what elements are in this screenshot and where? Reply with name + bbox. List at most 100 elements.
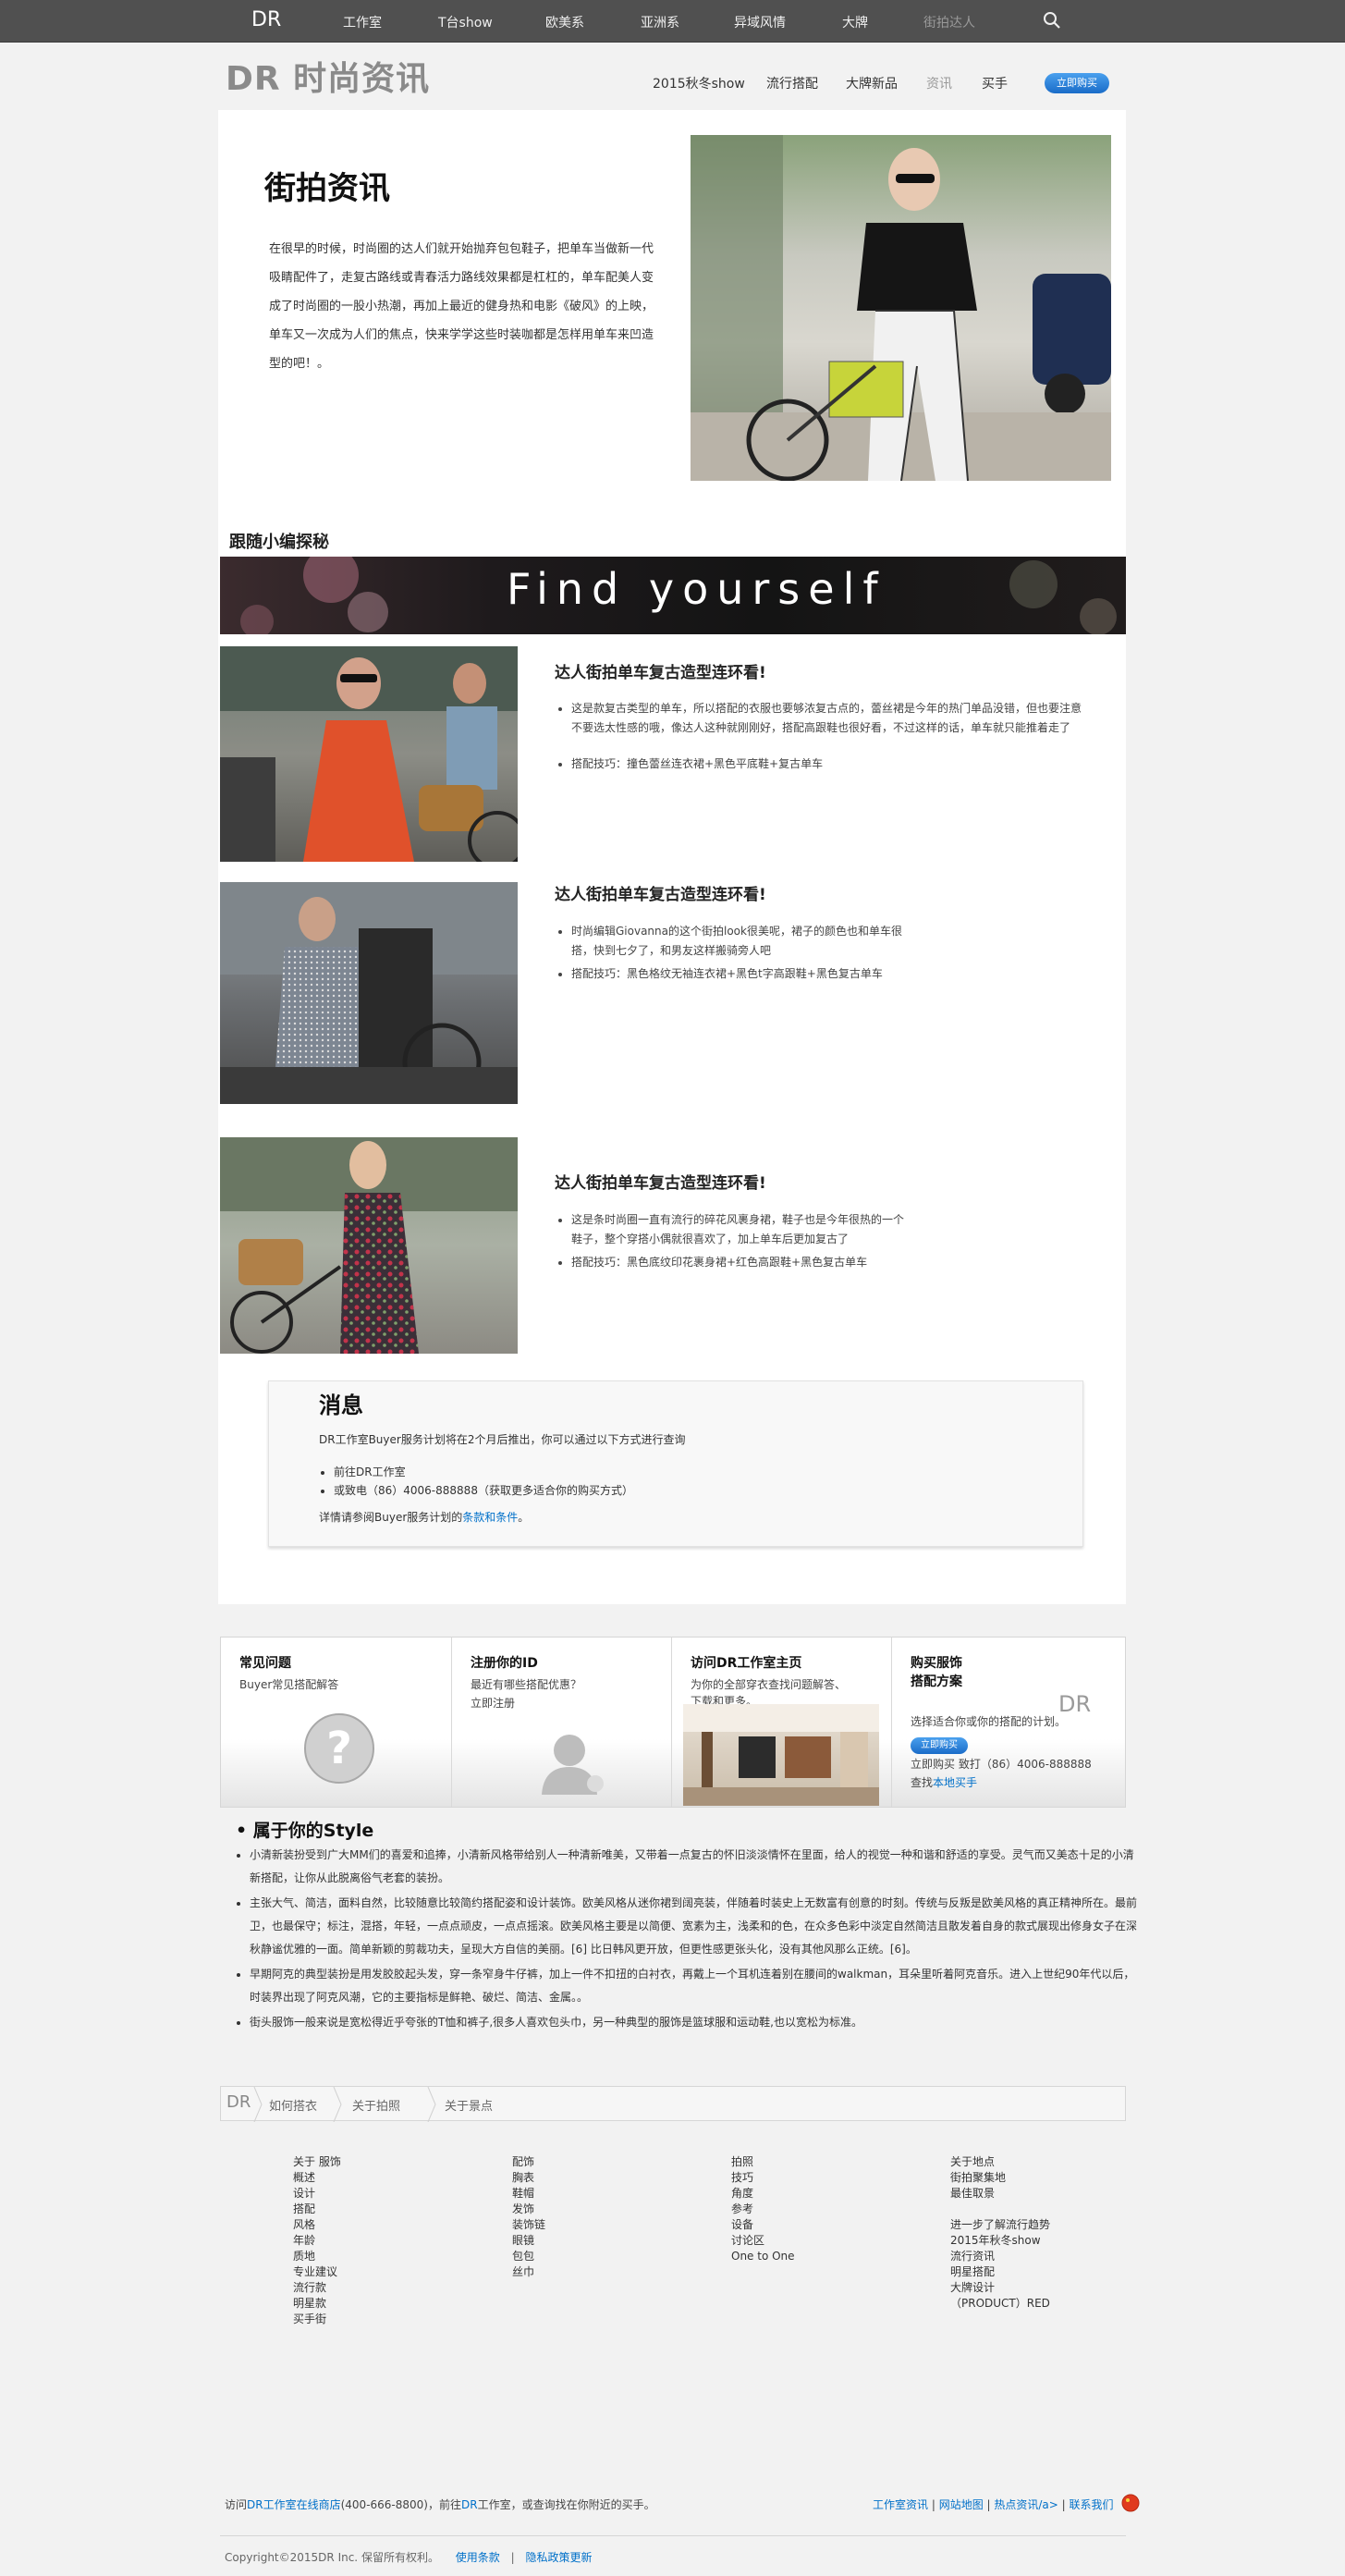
nav-item-western[interactable]: 欧美系 bbox=[545, 13, 584, 31]
register-box-sub: 最近有哪些搭配优惠？ bbox=[471, 1678, 582, 1691]
sitemap-link[interactable]: 网站地图 bbox=[939, 2498, 984, 2511]
footer-link[interactable]: 讨论区 bbox=[731, 2233, 795, 2249]
register-link[interactable]: 立即注册 bbox=[471, 1695, 515, 1711]
footer-link[interactable]: 街拍聚集地 bbox=[950, 2170, 1050, 2186]
nav-item-asian[interactable]: 亚洲系 bbox=[641, 13, 679, 31]
footer-link[interactable]: 眼镜 bbox=[512, 2233, 545, 2249]
nav-item-brands[interactable]: 大牌 bbox=[842, 13, 868, 31]
breadcrumb-spots[interactable]: 关于景点 bbox=[445, 2096, 493, 2114]
footer-link[interactable]: 最佳取景 bbox=[950, 2186, 1050, 2202]
faq-box-sub: Buyer常见搭配解答 bbox=[239, 1678, 339, 1691]
copyright-line: Copyright©2015DR Inc. 保留所有权利。 使用条款 | 隐私政… bbox=[225, 2551, 593, 2564]
store-info: 访问DR工作室在线商店(400-666-8800)，前往DR工作室，或查询找在你… bbox=[225, 2496, 655, 2512]
footer-link[interactable]: 明星款 bbox=[293, 2296, 341, 2312]
local-buyer-link[interactable]: 本地买手 bbox=[933, 1776, 977, 1789]
footer-link[interactable]: 丝巾 bbox=[512, 2264, 545, 2280]
hot-news-link[interactable]: 热点资讯/a> bbox=[994, 2498, 1058, 2511]
footer-link[interactable]: 鞋帽 bbox=[512, 2186, 545, 2202]
footer-link[interactable]: One to One bbox=[731, 2249, 795, 2264]
message-list-item-1: 前往DR工作室 bbox=[334, 1463, 633, 1481]
breadcrumb: DR 如何搭衣 关于拍照 关于景点 bbox=[220, 2086, 1126, 2122]
faq-box[interactable]: 常见问题 Buyer常见搭配解答 ? bbox=[221, 1638, 452, 1807]
homepage-box-title: 访问DR工作室主页 bbox=[691, 1656, 802, 1671]
footer-link[interactable]: 关于地点 bbox=[950, 2154, 1050, 2170]
register-box[interactable]: 注册你的ID 最近有哪些搭配优惠？ 立即注册 bbox=[452, 1638, 672, 1807]
item-bullets-3: 这是条时尚圈一直有流行的碎花风裹身裙，鞋子也是今年很热的一个鞋子，整个穿搭小偶就… bbox=[555, 1210, 906, 1272]
footer-link[interactable]: 专业建议 bbox=[293, 2264, 341, 2280]
nav-item-exotic[interactable]: 异域风情 bbox=[734, 13, 786, 31]
footer-link[interactable]: 配饰 bbox=[512, 2154, 545, 2170]
footer-link[interactable]: 明星搭配 bbox=[950, 2264, 1050, 2280]
subnav-news[interactable]: 资讯 bbox=[926, 74, 952, 92]
subnav-fw-show[interactable]: 2015秋冬show bbox=[653, 74, 745, 92]
footer-link[interactable]: 进一步了解流行趋势 bbox=[950, 2217, 1050, 2233]
message-list-item-2: 或致电（86）4006-888888（获取更多适合你的购买方式） bbox=[334, 1481, 633, 1500]
top-nav-logo[interactable]: DR bbox=[251, 8, 281, 31]
footer-link[interactable]: 拍照 bbox=[731, 2154, 795, 2170]
find-yourself-banner: Find yourself bbox=[220, 557, 1126, 634]
item-photo-1 bbox=[220, 646, 518, 862]
breadcrumb-photography[interactable]: 关于拍照 bbox=[352, 2096, 400, 2114]
item-3-bullet-2: 搭配技巧：黑色底纹印花裹身裙+红色高跟鞋+黑色复古单车 bbox=[571, 1253, 906, 1272]
footer-link[interactable]: 设计 bbox=[293, 2186, 341, 2202]
footer-link[interactable]: 设备 bbox=[731, 2217, 795, 2233]
message-footer-prefix: 详情请参阅Buyer服务计划的 bbox=[319, 1511, 463, 1524]
item-photo-3 bbox=[220, 1137, 518, 1354]
footer-divider bbox=[220, 2535, 1126, 2536]
brand-title[interactable]: DR 时尚资讯 bbox=[226, 52, 430, 100]
breadcrumb-home[interactable]: DR bbox=[226, 2092, 251, 2112]
buy-plan-box[interactable]: 购买服饰 搭配方案 DR 选择适合你或你的搭配的计划。 立即购买 立即购买 致打… bbox=[892, 1638, 1125, 1807]
homepage-box[interactable]: 访问DR工作室主页 为你的全部穿衣查找问题解答、下载和更多。 bbox=[672, 1638, 892, 1807]
footer-link[interactable]: 发饰 bbox=[512, 2202, 545, 2217]
footer-link[interactable]: 技巧 bbox=[731, 2170, 795, 2186]
footer-link[interactable]: 角度 bbox=[731, 2186, 795, 2202]
footer-link[interactable]: 质地 bbox=[293, 2249, 341, 2264]
footer-link[interactable]: （PRODUCT）RED bbox=[950, 2296, 1050, 2312]
subnav-trend[interactable]: 流行搭配 bbox=[766, 74, 818, 92]
footer-link[interactable]: 胸表 bbox=[512, 2170, 545, 2186]
footer-link[interactable]: 关于 服饰 bbox=[293, 2154, 341, 2170]
footer-link[interactable]: 风格 bbox=[293, 2217, 341, 2233]
store-info-suffix: 工作室，或查询找在你附近的买手。 bbox=[477, 2498, 655, 2511]
footer-link[interactable]: 买手街 bbox=[293, 2312, 341, 2327]
buy-now-button[interactable]: 立即购买 bbox=[1045, 73, 1109, 93]
message-footer-suffix: 。 bbox=[518, 1511, 530, 1524]
studio-news-link[interactable]: 工作室资讯 bbox=[873, 2498, 928, 2511]
footer-link[interactable]: 流行款 bbox=[293, 2280, 341, 2296]
footer-link[interactable]: 包包 bbox=[512, 2249, 545, 2264]
region-flag-icon[interactable] bbox=[1121, 2494, 1140, 2512]
footer-spacer bbox=[950, 2202, 1050, 2217]
item-1-bullet-1: 这是款复古类型的单车，所以搭配的衣服也要够浓复古点的，蕾丝裙是今年的热门单品没错… bbox=[571, 699, 1091, 738]
breadcrumb-separator-icon bbox=[253, 2087, 263, 2122]
breadcrumb-how-to-dress[interactable]: 如何搭衣 bbox=[269, 2096, 317, 2114]
dr-studio-link[interactable]: DR bbox=[461, 2498, 478, 2511]
footer-link[interactable]: 流行资讯 bbox=[950, 2249, 1050, 2264]
terms-link[interactable]: 条款和条件 bbox=[462, 1511, 518, 1524]
privacy-policy-link[interactable]: 隐私政策更新 bbox=[526, 2551, 593, 2564]
search-icon[interactable] bbox=[1042, 10, 1062, 31]
subnav-new-arrivals[interactable]: 大牌新品 bbox=[846, 74, 898, 92]
contact-link[interactable]: 联系我们 bbox=[1070, 2498, 1114, 2511]
terms-of-use-link[interactable]: 使用条款 bbox=[456, 2551, 500, 2564]
nav-item-runway[interactable]: T台show bbox=[438, 13, 493, 31]
footer-link[interactable]: 年龄 bbox=[293, 2233, 341, 2249]
subnav-buyer[interactable]: 买手 bbox=[982, 74, 1008, 92]
item-3-bullet-1: 这是条时尚圈一直有流行的碎花风裹身裙，鞋子也是今年很热的一个鞋子，整个穿搭小偶就… bbox=[571, 1210, 906, 1249]
footer-col-apparel: 关于 服饰 概述 设计 搭配 风格 年龄 质地 专业建议 流行款 明星款 买手街 bbox=[293, 2154, 341, 2327]
nav-item-studio[interactable]: 工作室 bbox=[343, 13, 382, 31]
nav-item-street[interactable]: 街拍达人 bbox=[923, 13, 975, 31]
buy-plan-box-title: 购买服饰 搭配方案 bbox=[911, 1656, 962, 1689]
buy-plan-phone: 立即购买 致打（86）4006-888888 bbox=[911, 1758, 1092, 1771]
footer-link[interactable]: 参考 bbox=[731, 2202, 795, 2217]
message-intro: DR工作室Buyer服务计划将在2个月后推出，你可以通过以下方式进行查询 bbox=[319, 1433, 686, 1446]
store-photo bbox=[683, 1704, 879, 1806]
footer-link[interactable]: 搭配 bbox=[293, 2202, 341, 2217]
footer-link[interactable]: 2015年秋冬show bbox=[950, 2233, 1050, 2249]
buy-plan-button[interactable]: 立即购买 bbox=[911, 1737, 968, 1754]
bottom-right-links: 工作室资讯 | 网站地图 | 热点资讯/a> | 联系我们 bbox=[873, 2498, 1114, 2511]
online-store-link[interactable]: DR工作室在线商店 bbox=[247, 2498, 341, 2511]
store-info-prefix: 访问 bbox=[225, 2498, 248, 2511]
footer-link[interactable]: 概述 bbox=[293, 2170, 341, 2186]
footer-link[interactable]: 大牌设计 bbox=[950, 2280, 1050, 2296]
footer-link[interactable]: 装饰链 bbox=[512, 2217, 545, 2233]
